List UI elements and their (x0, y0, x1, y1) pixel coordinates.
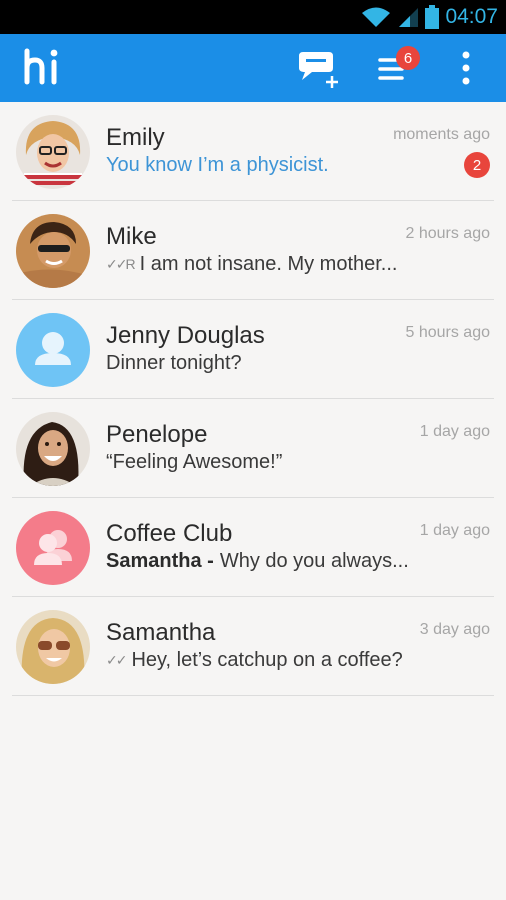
status-time: 04:07 (445, 5, 498, 28)
chat-preview-sender: Samantha - (106, 550, 214, 572)
group-icon (16, 511, 90, 585)
chat-time: 1 day ago (419, 423, 490, 440)
new-message-icon (299, 52, 338, 88)
battery-icon (425, 5, 440, 29)
chat-preview: You know I’m a physicist. (106, 154, 329, 177)
chat-time: 5 hours ago (405, 324, 490, 341)
chat-row-emily[interactable]: Emily moments ago You know I’m a physici… (0, 102, 506, 201)
menu-notification-badge: 6 (396, 46, 420, 70)
chat-row-samantha[interactable]: Samantha 3 day ago ✓✓ Hey, let’s catchup… (0, 597, 506, 696)
chat-preview-text: I am not insane. My mother... (139, 253, 398, 275)
chat-row-penelope[interactable]: Penelope 1 day ago “Feeling Awesome!” (0, 399, 506, 498)
chat-row-mike[interactable]: Mike 2 hours ago ✓✓R I am not insane. My… (0, 201, 506, 300)
avatar-jenny-douglas (16, 313, 90, 387)
delivered-icon: ✓✓ (106, 652, 128, 668)
avatar-penelope-photo (16, 412, 90, 486)
new-message-button[interactable] (296, 48, 340, 88)
unread-badge: 2 (464, 152, 490, 178)
chat-preview-text: You know I’m a physicist. (106, 154, 329, 176)
overflow-menu-button[interactable] (452, 48, 480, 88)
chat-preview-text: Dinner tonight? (106, 352, 242, 374)
status-bar: 04:07 (0, 0, 506, 34)
chat-name: Mike (106, 223, 157, 250)
chat-preview-text: Hey, let’s catchup on a coffee? (131, 649, 403, 671)
menu-button[interactable]: 6 (374, 44, 424, 90)
more-vertical-icon (462, 51, 470, 85)
avatar-mike (16, 214, 90, 288)
chat-row-jenny-douglas[interactable]: Jenny Douglas 5 hours ago Dinner tonight… (0, 300, 506, 399)
chat-time: 3 day ago (419, 621, 490, 638)
chat-preview: ✓✓ Hey, let’s catchup on a coffee? (106, 649, 403, 672)
avatar-coffee-club (16, 511, 90, 585)
chat-name: Samantha (106, 619, 216, 646)
chat-name: Jenny Douglas (106, 322, 265, 349)
chat-preview: Samantha - Why do you always... (106, 550, 409, 573)
signal-icon (399, 8, 419, 27)
wifi-icon (362, 7, 391, 27)
avatar-emily-photo (16, 115, 90, 189)
chat-preview: “Feeling Awesome!” (106, 451, 282, 474)
hi-logo-mark (24, 48, 58, 85)
chat-preview: Dinner tonight? (106, 352, 242, 375)
chat-time: moments ago (393, 126, 490, 143)
app-bar: 6 (0, 34, 506, 102)
hi-logo (24, 48, 64, 88)
chat-name: Penelope (106, 421, 208, 448)
chat-list: Emily moments ago You know I’m a physici… (0, 102, 506, 696)
chat-name: Emily (106, 124, 165, 151)
chat-preview-text: Why do you always... (219, 550, 409, 572)
chat-time: 2 hours ago (405, 225, 490, 242)
avatar-emily (16, 115, 90, 189)
chat-name: Coffee Club (106, 520, 233, 547)
chat-preview: ✓✓R I am not insane. My mother... (106, 253, 397, 276)
default-user-icon (16, 313, 90, 387)
chat-time: 1 day ago (419, 522, 490, 539)
avatar-penelope (16, 412, 90, 486)
read-receipt-icon: ✓✓R (106, 256, 136, 272)
avatar-mike-photo (16, 214, 90, 288)
chat-preview-text: “Feeling Awesome!” (106, 451, 283, 473)
chat-row-coffee-club[interactable]: Coffee Club 1 day ago Samantha - Why do … (0, 498, 506, 597)
avatar-samantha (16, 610, 90, 684)
avatar-samantha-photo (16, 610, 90, 684)
